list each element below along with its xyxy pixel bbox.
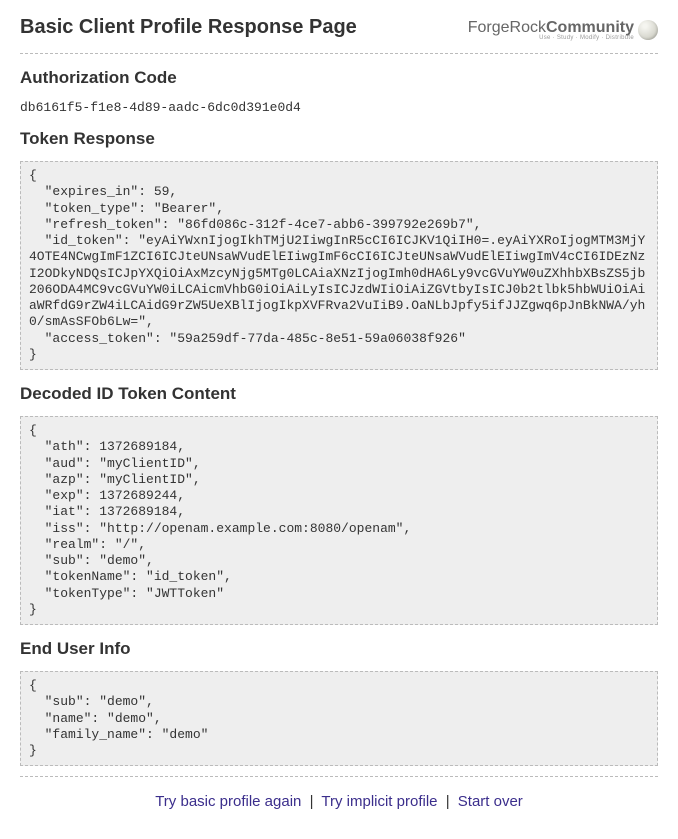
brand-text: ForgeRockCommunity (468, 19, 634, 36)
try-basic-link[interactable]: Try basic profile again (155, 793, 301, 810)
start-over-link[interactable]: Start over (458, 793, 523, 810)
token-response-block: { "expires_in": 59, "token_type": "Beare… (20, 161, 658, 370)
end-user-heading: End User Info (20, 639, 658, 659)
end-user-block: { "sub": "demo", "name": "demo", "family… (20, 671, 658, 766)
divider (20, 53, 658, 54)
auth-code-heading: Authorization Code (20, 68, 658, 88)
divider (20, 776, 658, 777)
auth-code-value: db6161f5-f1e8-4d89-aadc-6dc0d391e0d4 (20, 100, 658, 115)
header: Basic Client Profile Response Page Forge… (20, 16, 658, 43)
brand-logo: ForgeRockCommunity Use · Study · Modify … (468, 19, 658, 41)
separator: | (446, 793, 450, 810)
footer-links: Try basic profile again | Try implicit p… (20, 793, 658, 810)
token-response-heading: Token Response (20, 129, 658, 149)
page-title: Basic Client Profile Response Page (20, 16, 357, 39)
separator: | (310, 793, 314, 810)
try-implicit-link[interactable]: Try implicit profile (321, 793, 437, 810)
orb-icon (638, 20, 658, 40)
decoded-id-block: { "ath": 1372689184, "aud": "myClientID"… (20, 416, 658, 625)
decoded-id-heading: Decoded ID Token Content (20, 384, 658, 404)
